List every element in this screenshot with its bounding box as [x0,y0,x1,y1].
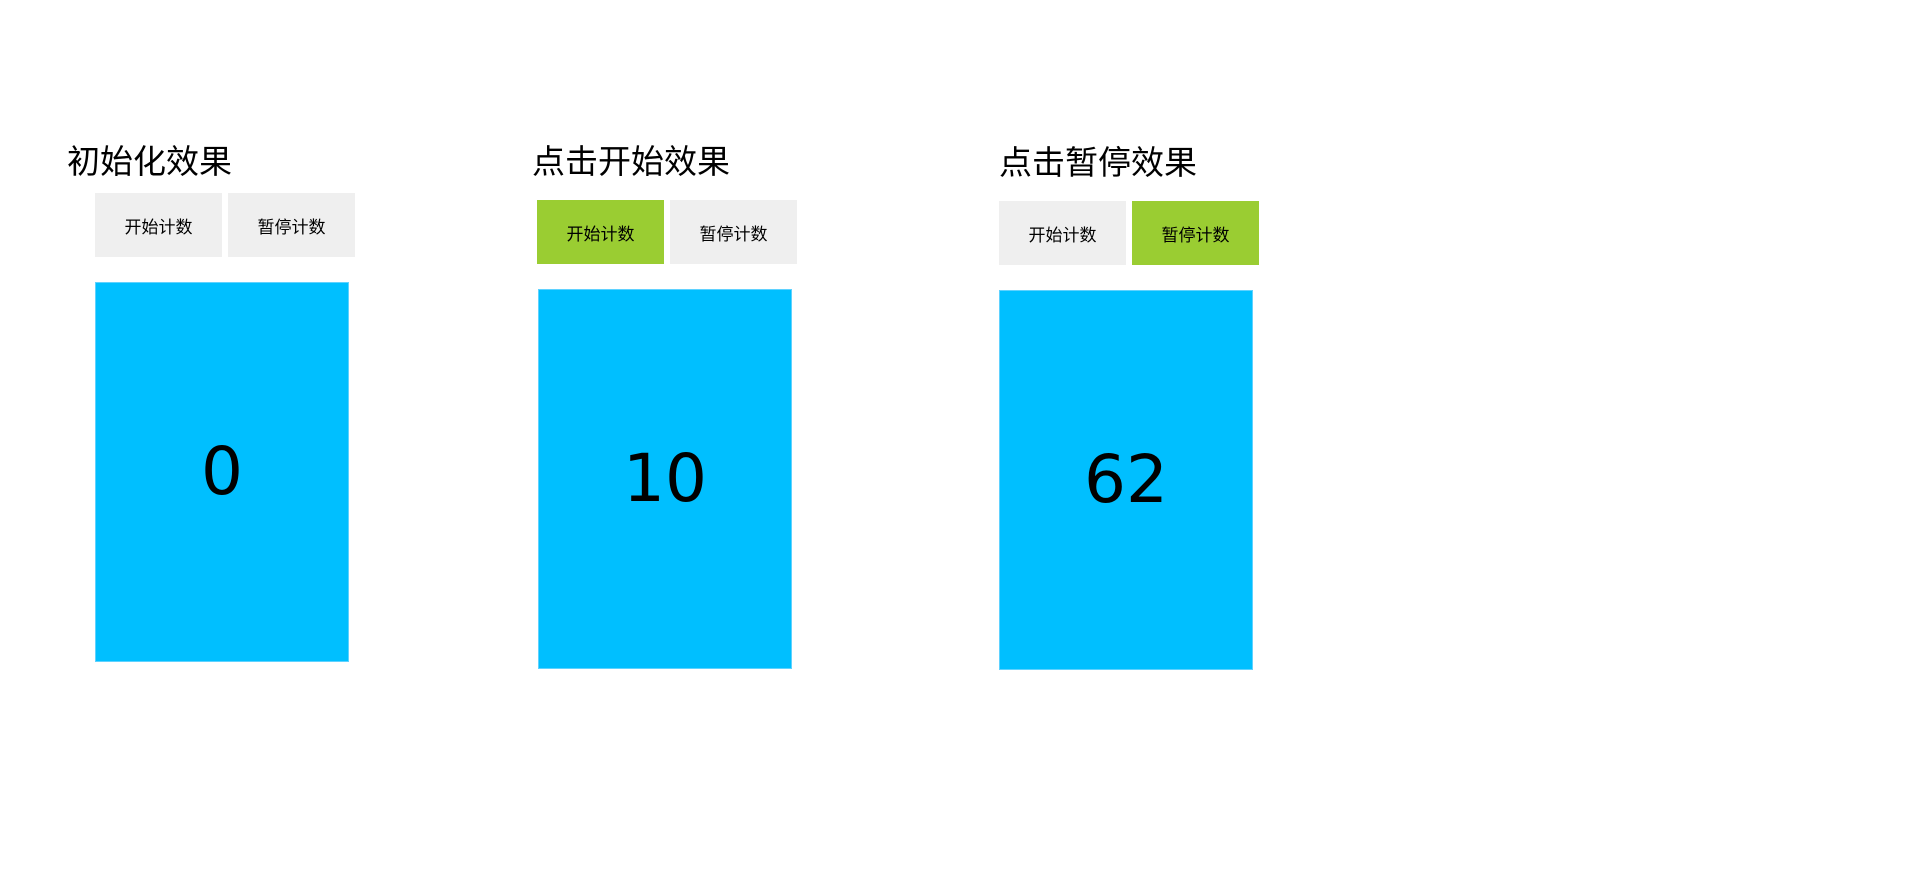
button-row: 开始计数 暂停计数 [999,201,1259,265]
counter-value: 62 [1084,441,1168,518]
panel-title: 点击开始效果 [532,142,730,181]
start-count-button[interactable]: 开始计数 [537,200,664,264]
counter-value: 0 [201,433,243,510]
counter-display: 0 [95,282,349,662]
panel-title: 初始化效果 [67,142,232,181]
start-count-button[interactable]: 开始计数 [999,201,1126,265]
page: 初始化效果 开始计数 暂停计数 0 点击开始效果 开始计数 暂停计数 10 点击… [0,0,1914,889]
counter-display: 10 [538,289,792,669]
pause-count-button[interactable]: 暂停计数 [228,193,355,257]
counter-display: 62 [999,290,1253,670]
button-row: 开始计数 暂停计数 [95,193,355,257]
pause-count-button[interactable]: 暂停计数 [1132,201,1259,265]
counter-value: 10 [623,440,707,517]
start-count-button[interactable]: 开始计数 [95,193,222,257]
pause-count-button[interactable]: 暂停计数 [670,200,797,264]
panel-title: 点击暂停效果 [999,143,1197,182]
button-row: 开始计数 暂停计数 [537,200,797,264]
